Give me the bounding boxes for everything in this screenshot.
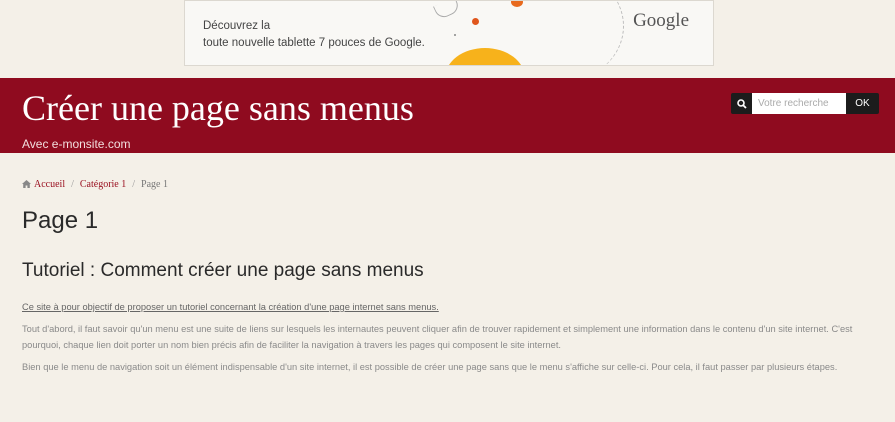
ad-star — [454, 34, 456, 36]
site-header: Créer une page sans menus Avec e-monsite… — [0, 78, 895, 153]
breadcrumb-category-link[interactable]: Catégorie 1 — [80, 179, 126, 190]
google-ad-banner[interactable]: Découvrez la toute nouvelle tablette 7 p… — [184, 0, 714, 66]
breadcrumb-separator: / — [71, 179, 74, 190]
rocket-icon — [432, 1, 462, 21]
intro-paragraph[interactable]: Ce site à pour objectif de proposer un t… — [22, 299, 877, 315]
page-title: Page 1 — [22, 207, 99, 234]
ad-bar: Découvrez la toute nouvelle tablette 7 p… — [0, 0, 895, 78]
site-subtitle: Avec e-monsite.com — [22, 137, 131, 151]
ad-orbit-line — [503, 1, 624, 65]
ad-brand-logo: Google — [633, 10, 689, 31]
search-submit-button[interactable]: OK — [846, 93, 879, 114]
body-paragraph: Tout d'abord, il faut savoir qu'un menu … — [22, 324, 853, 350]
breadcrumb-home-link[interactable]: Accueil — [34, 179, 65, 190]
ad-text: Découvrez la toute nouvelle tablette 7 p… — [203, 18, 425, 52]
search-icon — [731, 93, 752, 114]
site-title[interactable]: Créer une page sans menus — [22, 87, 414, 129]
breadcrumb: Accueil / Catégorie 1 / Page 1 — [22, 179, 168, 191]
home-icon — [22, 180, 31, 191]
breadcrumb-current: Page 1 — [141, 179, 168, 190]
ad-text-line1: Découvrez la — [203, 20, 271, 32]
search-input[interactable] — [752, 93, 846, 114]
breadcrumb-separator: / — [132, 179, 136, 190]
ad-text-line2: toute nouvelle tablette 7 pouces de Goog… — [203, 37, 425, 49]
article-heading: Tutoriel : Comment créer une page sans m… — [22, 260, 424, 281]
body-paragraph: Bien que le menu de navigation soit un é… — [22, 362, 838, 372]
search-form: OK — [731, 93, 879, 114]
planet-icon — [472, 18, 479, 25]
